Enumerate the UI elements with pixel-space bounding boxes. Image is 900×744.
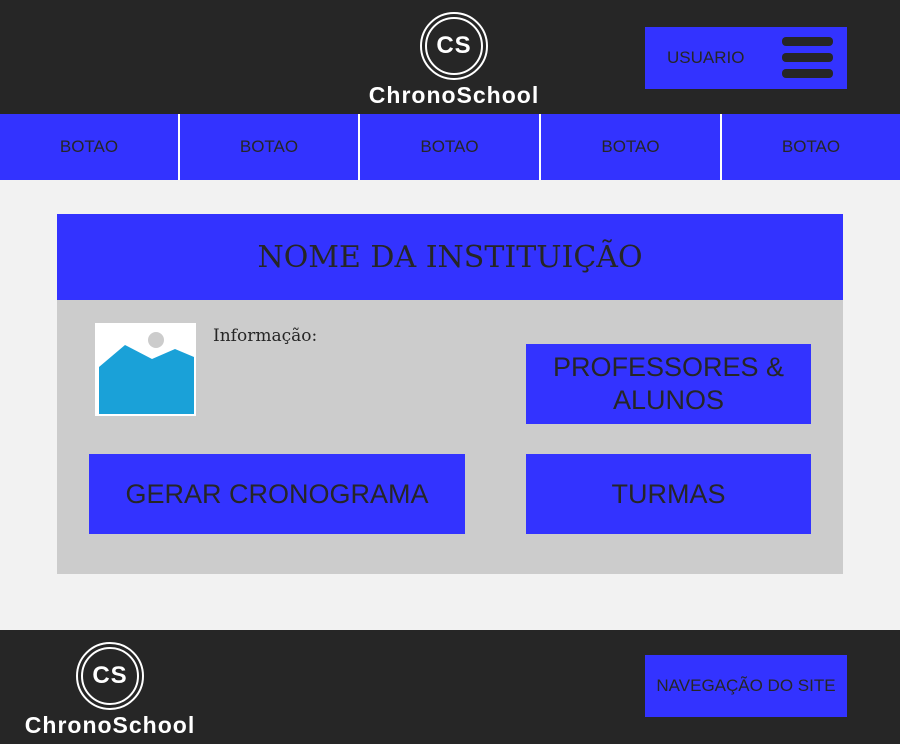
site-navigation-button[interactable]: NAVEGAÇÃO DO SITE bbox=[645, 655, 847, 717]
professores-alunos-button[interactable]: PROFESSORES & ALUNOS bbox=[526, 344, 811, 424]
user-label: USUARIO bbox=[667, 48, 745, 67]
footer-logo-initials: CS bbox=[81, 647, 139, 705]
nav-button-1[interactable]: BOTAO bbox=[0, 114, 180, 180]
institution-name: NOME DA INSTITUIÇÃO bbox=[57, 214, 843, 300]
institution-card: NOME DA INSTITUIÇÃO Informação: PROFESSO… bbox=[57, 214, 843, 574]
image-placeholder-icon bbox=[95, 323, 196, 416]
logo-ring-icon: CS bbox=[420, 12, 488, 80]
professores-label-line1: PROFESSORES & bbox=[552, 352, 785, 382]
user-menu-button[interactable]: USUARIO bbox=[645, 27, 847, 89]
logo-initials: CS bbox=[425, 17, 483, 75]
info-label: Informação: bbox=[213, 326, 318, 346]
footer-logo-name: ChronoSchool bbox=[24, 712, 196, 738]
site-header: CS ChronoSchool USUARIO bbox=[0, 0, 900, 114]
nav-button-2[interactable]: BOTAO bbox=[180, 114, 360, 180]
nav-button-4[interactable]: BOTAO bbox=[541, 114, 722, 180]
logo-name: ChronoSchool bbox=[368, 82, 540, 108]
hamburger-menu-icon[interactable] bbox=[782, 37, 833, 79]
nav-button-5[interactable]: BOTAO bbox=[722, 114, 900, 180]
footer-logo-ring-icon: CS bbox=[76, 642, 144, 710]
professores-label-line2: ALUNOS bbox=[612, 385, 725, 415]
nav-bar: BOTAO BOTAO BOTAO BOTAO BOTAO bbox=[0, 114, 900, 180]
header-logo[interactable]: CS ChronoSchool bbox=[354, 12, 554, 109]
footer-logo[interactable]: CS ChronoSchool bbox=[10, 642, 210, 739]
nav-button-3[interactable]: BOTAO bbox=[360, 114, 541, 180]
turmas-button[interactable]: TURMAS bbox=[526, 454, 811, 534]
gerar-cronograma-button[interactable]: GERAR CRONOGRAMA bbox=[89, 454, 465, 534]
